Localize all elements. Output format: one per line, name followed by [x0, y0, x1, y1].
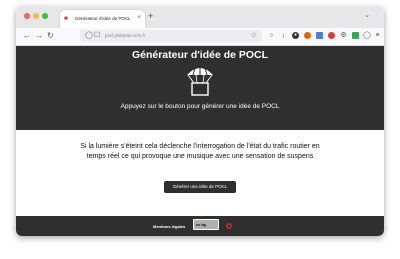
bookmark-star-icon[interactable]: ☆: [251, 31, 257, 41]
legal-notice-link[interactable]: Mentions légales: [153, 224, 185, 229]
parachute-box-icon: [187, 63, 213, 96]
pocket-icon[interactable]: ○: [268, 32, 275, 39]
site-footer: Mentions légales cc by: [16, 216, 384, 236]
tab-title: Générateur d'idée de POCL: [75, 16, 131, 21]
favicon-icon: ■: [64, 16, 68, 22]
browser-tab[interactable]: ■ Générateur d'idée de POCL ×: [60, 10, 145, 28]
browser-navbar: ← → ↻ ◯ ☐ pocl.philotrain.info.fr ☆ ○ ↓ …: [16, 28, 384, 46]
forward-icon[interactable]: →: [35, 31, 43, 41]
extension-icon[interactable]: ●: [292, 32, 299, 39]
minimize-window-button[interactable]: [33, 13, 39, 19]
extension-icon[interactable]: [328, 32, 335, 39]
maximize-window-button[interactable]: [42, 13, 48, 19]
generated-idea-text: Si la lumière s'éteint cela déclenche l'…: [80, 143, 320, 160]
gear-icon[interactable]: ⚙: [340, 32, 347, 39]
idea-section: Si la lumière s'éteint cela déclenche l'…: [16, 130, 384, 216]
extension-icon[interactable]: [352, 32, 359, 39]
shield-icon[interactable]: ◯: [85, 31, 93, 41]
close-window-button[interactable]: [24, 13, 30, 19]
page-content: Générateur d'idée de POCL Appuyez sur le…: [16, 46, 384, 236]
account-icon[interactable]: ◯: [363, 32, 371, 39]
license-badge[interactable]: cc by: [193, 219, 219, 230]
download-icon[interactable]: ↓: [280, 32, 287, 39]
site-header: Générateur d'idée de POCL Appuyez sur le…: [16, 46, 384, 130]
new-tab-icon[interactable]: +: [148, 11, 153, 21]
back-icon[interactable]: ←: [23, 31, 31, 41]
page-title: Générateur d'idée de POCL: [131, 49, 269, 61]
address-text[interactable]: pocl.philotrain.info.fr: [105, 33, 145, 39]
chevron-down-icon[interactable]: ⌄: [364, 12, 370, 20]
lock-icon[interactable]: ☐: [94, 31, 100, 41]
extension-icon[interactable]: [304, 32, 311, 39]
tagline: Appuyez sur le bouton pour générer une i…: [120, 103, 280, 110]
browser-window: ■ Générateur d'idée de POCL × + ⌄ ← → ↻ …: [16, 6, 384, 236]
extension-icon[interactable]: [316, 32, 323, 39]
browser-titlebar: ■ Générateur d'idée de POCL × + ⌄: [16, 6, 384, 28]
tab-close-icon[interactable]: ×: [137, 14, 141, 22]
reload-icon[interactable]: ↻: [47, 31, 54, 41]
license-badge-text: cc by: [196, 222, 207, 227]
menu-icon[interactable]: ≡: [374, 32, 381, 39]
address-bar[interactable]: ◯ ☐ pocl.philotrain.info.fr ☆: [80, 30, 262, 42]
partner-logo-icon[interactable]: [225, 222, 233, 230]
generate-idea-button[interactable]: Générer une idée de POCL: [164, 181, 236, 193]
